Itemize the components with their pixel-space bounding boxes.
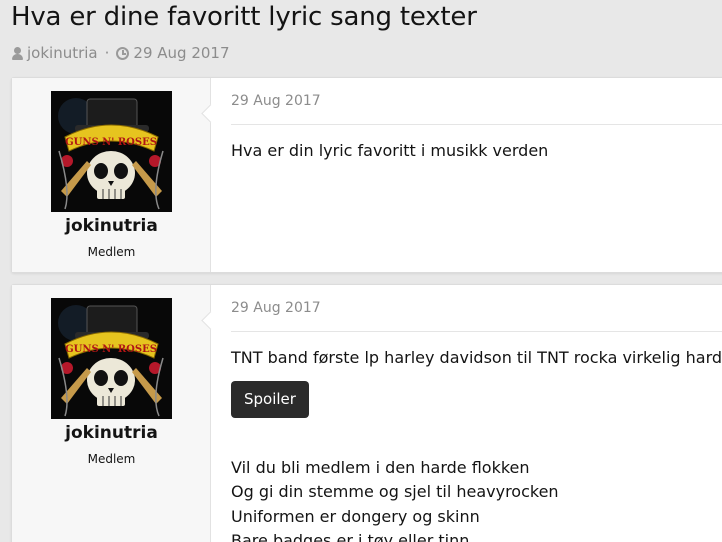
clock-icon <box>116 46 130 60</box>
guns-n-roses-skull-logo: GUNS N' ROSES <box>51 298 172 419</box>
post-date-link[interactable]: 29 Aug 2017 <box>231 300 321 316</box>
avatar[interactable]: GUNS N' ROSES <box>51 91 172 212</box>
thread-meta: jokinutria · 29 Aug 2017 <box>12 44 230 62</box>
post-body-text: Hva er din lyric favoritt i musikk verde… <box>231 141 549 160</box>
svg-text:GUNS N' ROSES: GUNS N' ROSES <box>65 344 157 355</box>
post: GUNS N' ROSES jokinutria Medlem 29 Aug 2… <box>11 77 722 273</box>
svg-text:GUNS N' ROSES: GUNS N' ROSES <box>65 137 157 148</box>
user-title: Medlem <box>87 245 136 259</box>
thread-date-link[interactable]: 29 Aug 2017 <box>133 44 229 62</box>
thread-author-link[interactable]: jokinutria <box>27 44 98 62</box>
page-title: Hva er dine favoritt lyric sang texter <box>11 2 477 32</box>
post-content: 29 Aug 2017 Hva er din lyric favoritt i … <box>212 78 722 272</box>
post-body-text: TNT band første lp harley davidson til T… <box>231 348 722 367</box>
post-user-panel: GUNS N' ROSES jokinutria Medlem <box>12 78 211 272</box>
post-user-panel: GUNS N' ROSES jokinutria Medlem <box>12 285 211 542</box>
lyric-line: Uniformen er dongery og skinn <box>231 506 480 526</box>
divider <box>231 124 722 125</box>
post-content: 29 Aug 2017 TNT band første lp harley da… <box>212 285 722 542</box>
lyric-line: Bare badges er i tøy eller tinn <box>231 530 470 542</box>
username-link[interactable]: jokinutria <box>12 216 211 236</box>
divider <box>231 331 722 332</box>
lyric-line: Vil du bli medlem i den harde flokken <box>231 458 530 477</box>
user-icon <box>12 46 23 60</box>
avatar[interactable]: GUNS N' ROSES <box>51 298 172 419</box>
post: GUNS N' ROSES jokinutria Medlem 29 Aug 2… <box>11 284 722 542</box>
lyric-line: Og gi din stemme og sjel til heavyrocken <box>231 482 559 502</box>
user-title: Medlem <box>87 452 136 466</box>
username-link[interactable]: jokinutria <box>12 423 211 443</box>
meta-separator: · <box>104 44 110 62</box>
lyrics-block: Vil du bli medlem i den harde flokken Og… <box>231 456 559 542</box>
guns-n-roses-skull-logo: GUNS N' ROSES <box>51 91 172 212</box>
spoiler-button[interactable]: Spoiler <box>231 381 309 418</box>
post-date-link[interactable]: 29 Aug 2017 <box>231 93 321 109</box>
